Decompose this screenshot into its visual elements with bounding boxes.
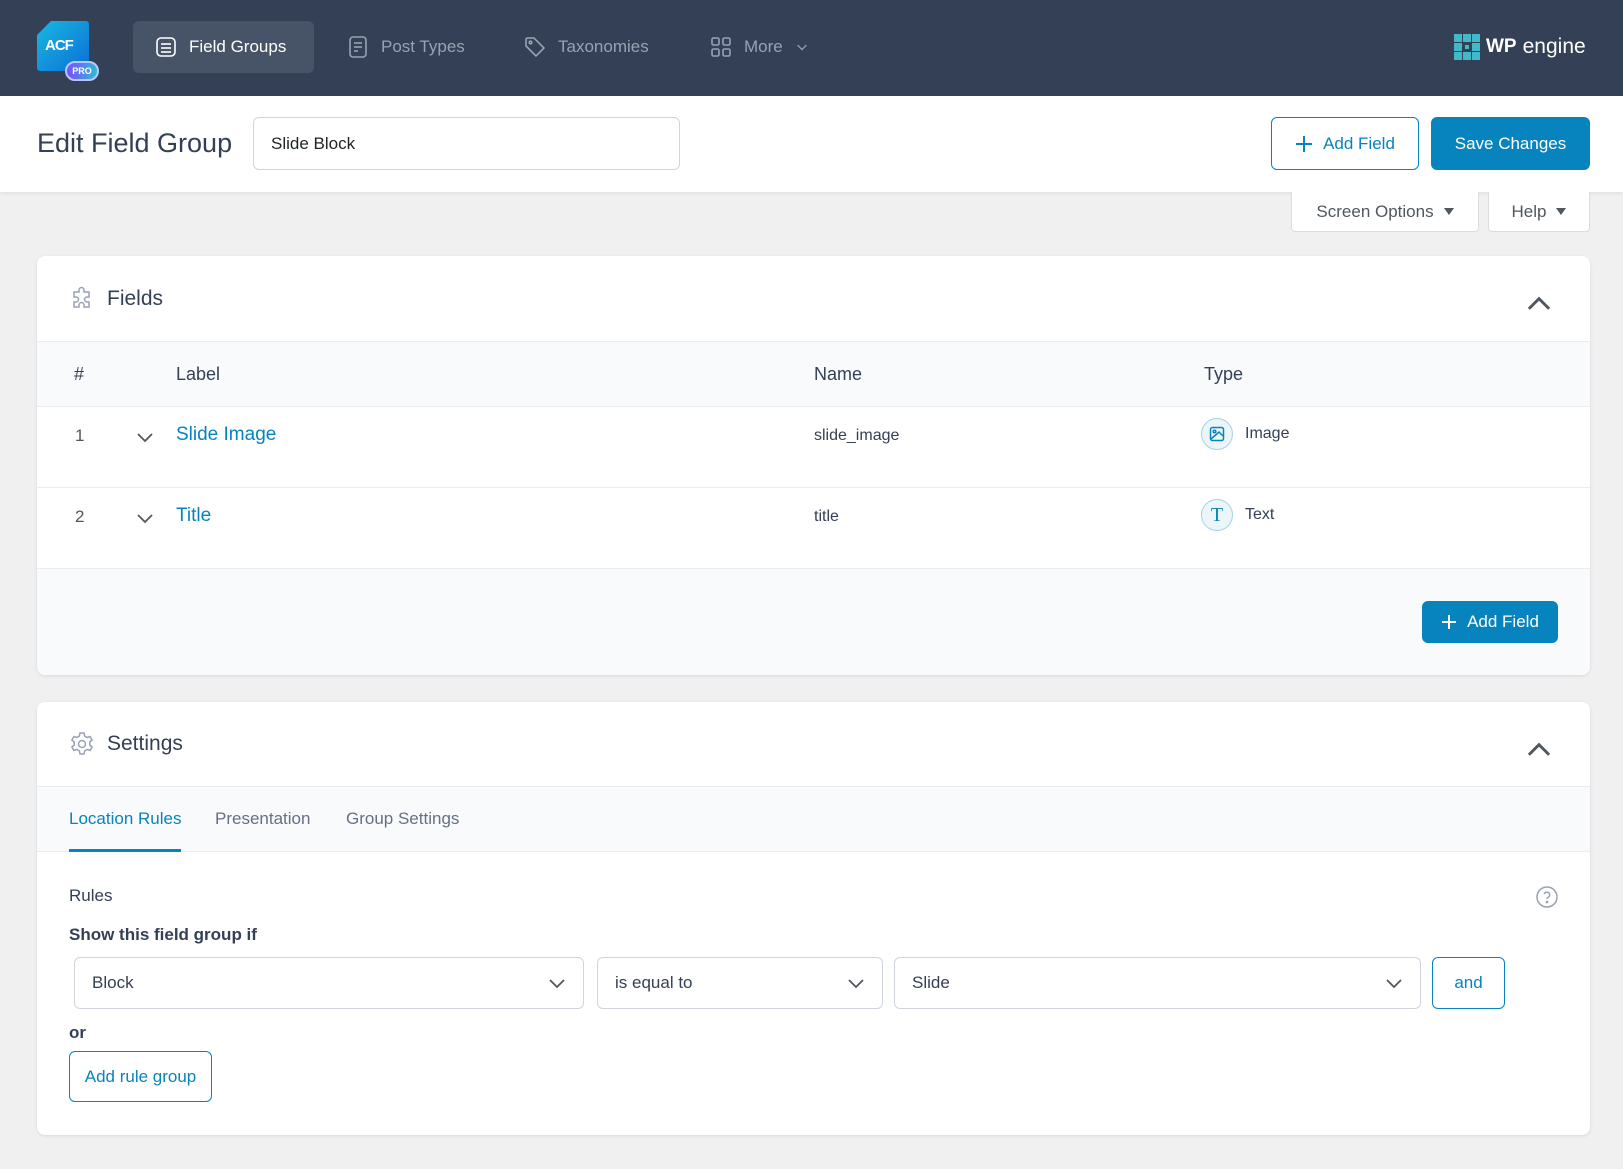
and-button[interactable]: and: [1432, 957, 1505, 1009]
chevron-down-icon: [1386, 979, 1402, 989]
pro-badge: PRO: [65, 61, 99, 81]
add-rule-group-label: Add rule group: [84, 1066, 197, 1086]
add-field-header-button[interactable]: Add Field: [1271, 117, 1419, 170]
field-label-link[interactable]: Slide Image: [176, 424, 276, 446]
help-button[interactable]: Help: [1488, 192, 1590, 232]
settings-panel-header[interactable]: Settings: [37, 702, 1590, 787]
or-label: or: [69, 1023, 86, 1042]
nav-more[interactable]: More: [688, 21, 831, 73]
tab-presentation[interactable]: Presentation: [215, 809, 310, 852]
chevron-down-icon: [848, 979, 864, 989]
settings-tabs: Location Rules Presentation Group Settin…: [37, 787, 1590, 852]
chevron-down-icon: [796, 44, 807, 51]
chevron-up-icon[interactable]: [1526, 290, 1552, 316]
rule-value-value: Slide: [912, 973, 950, 992]
settings-panel-title: Settings: [107, 732, 183, 755]
wp-engine-grid-icon: [1454, 34, 1480, 60]
document-icon: [349, 36, 367, 58]
nav-field-groups[interactable]: Field Groups: [133, 21, 314, 73]
show-if-label: Show this field group if: [69, 925, 257, 944]
field-group-title-input[interactable]: [253, 117, 680, 170]
help-label: Help: [1511, 201, 1547, 221]
fields-panel-footer: Add Field: [37, 569, 1590, 675]
and-label: and: [1454, 973, 1483, 992]
rules-label: Rules: [69, 886, 113, 905]
help-circle-icon[interactable]: [1535, 885, 1559, 909]
chevron-down-icon[interactable]: [135, 508, 155, 528]
acf-pro-logo[interactable]: ACF PRO: [37, 21, 99, 81]
row-number: 1: [75, 426, 85, 445]
field-name: title: [814, 508, 839, 525]
text-icon: T: [1201, 499, 1233, 531]
col-type: Type: [1204, 364, 1244, 384]
image-icon: [1201, 418, 1233, 450]
tab-location-rules[interactable]: Location Rules: [69, 809, 182, 852]
col-label: Label: [176, 364, 221, 384]
col-name: Name: [814, 364, 863, 384]
field-type: Image: [1201, 418, 1289, 450]
save-changes-label: Save Changes: [1454, 133, 1567, 153]
caret-down-icon: [1443, 208, 1454, 215]
field-name: slide_image: [814, 427, 900, 444]
nav-taxonomies[interactable]: Taxonomies: [502, 21, 671, 73]
fields-panel: Fields # Label Name Type 1 Slide Image s…: [37, 256, 1590, 675]
fields-panel-header[interactable]: Fields: [37, 256, 1590, 342]
nav-post-types[interactable]: Post Types: [325, 21, 487, 73]
screen-options-label: Screen Options: [1316, 201, 1434, 221]
rule-param-value: Block: [92, 973, 134, 992]
gear-icon: [70, 732, 94, 755]
wp-engine-light: engine: [1522, 35, 1586, 58]
settings-panel: Settings Location Rules Presentation Gro…: [37, 702, 1590, 1135]
field-label-link[interactable]: Title: [176, 505, 211, 527]
caret-down-icon: [1556, 208, 1567, 215]
puzzle-icon: [73, 286, 90, 308]
chevron-down-icon[interactable]: [135, 427, 155, 447]
add-rule-group-button[interactable]: Add rule group: [69, 1051, 212, 1102]
rule-value-select[interactable]: Slide: [894, 957, 1421, 1009]
plus-icon: [1442, 615, 1457, 629]
wp-engine-bold: WP: [1486, 36, 1517, 57]
grid-icon: [711, 37, 731, 57]
page-title: Edit Field Group: [37, 128, 233, 158]
col-number: #: [74, 364, 85, 384]
acf-logo-text: ACF: [45, 37, 74, 54]
nav-taxonomies-label: Taxonomies: [558, 37, 649, 56]
fields-panel-title: Fields: [107, 286, 164, 310]
screen-options-button[interactable]: Screen Options: [1291, 192, 1479, 232]
table-row[interactable]: 2 Title title T Text: [37, 488, 1590, 569]
nav-more-label: More: [744, 37, 783, 56]
rule-operator-value: is equal to: [615, 973, 693, 992]
row-number: 2: [75, 507, 85, 526]
save-changes-button[interactable]: Save Changes: [1431, 117, 1590, 170]
chevron-down-icon: [549, 979, 565, 989]
tab-group-settings[interactable]: Group Settings: [346, 809, 459, 852]
table-row[interactable]: 1 Slide Image slide_image Image: [37, 407, 1590, 488]
rule-param-select[interactable]: Block: [74, 957, 584, 1009]
tag-icon: [525, 37, 546, 58]
wp-engine-logo[interactable]: WP engine: [1454, 34, 1586, 60]
top-nav: ACF PRO Field Groups Post Types Taxonomi…: [0, 0, 1623, 96]
add-field-header-label: Add Field: [1323, 133, 1395, 153]
field-type: T Text: [1201, 499, 1274, 531]
rule-operator-select[interactable]: is equal to: [597, 957, 883, 1009]
fields-table-header: # Label Name Type: [37, 342, 1590, 407]
field-type-label: Image: [1245, 425, 1290, 442]
nav-post-types-label: Post Types: [381, 37, 465, 56]
list-icon: [156, 37, 176, 57]
nav-field-groups-label: Field Groups: [189, 37, 287, 56]
add-field-label: Add Field: [1467, 612, 1539, 631]
field-type-label: Text: [1245, 506, 1275, 523]
plus-icon: [1296, 135, 1313, 152]
add-field-button[interactable]: Add Field: [1422, 601, 1558, 643]
chevron-up-icon[interactable]: [1526, 736, 1552, 762]
